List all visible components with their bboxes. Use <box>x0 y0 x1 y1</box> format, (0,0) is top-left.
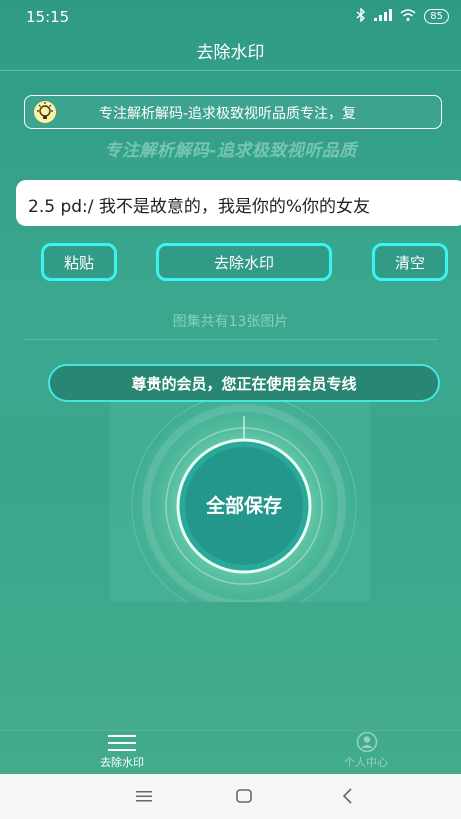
recent-apps-icon[interactable] <box>134 786 154 806</box>
save-all-button[interactable]: 全部保存 <box>176 448 312 560</box>
signal-icon <box>374 9 393 24</box>
nav-tab-profile[interactable]: 个人中心 <box>324 731 408 772</box>
battery-indicator: 85 <box>424 9 449 24</box>
notice-text: 专注解析解码-追求极致视听品质专注，复 <box>99 106 357 122</box>
link-input[interactable]: 2.5 pd:/ 我不是故意的，我是你的%你的女友 <box>28 192 461 217</box>
user-icon <box>356 731 378 756</box>
album-count-text: 图集共有13张图片 <box>172 314 289 330</box>
wifi-icon <box>400 9 416 24</box>
nav-label-profile: 个人中心 <box>344 756 388 769</box>
status-time: 15:15 <box>26 8 70 26</box>
menu-icon <box>108 734 136 756</box>
nav-tab-remove-watermark[interactable]: 去除水印 <box>80 732 164 772</box>
page-title: 去除水印 <box>196 43 265 63</box>
paste-button[interactable]: 粘贴 <box>41 243 117 281</box>
bluetooth-icon <box>356 7 366 25</box>
section-divider <box>24 339 438 340</box>
home-icon[interactable] <box>234 786 254 806</box>
clear-button[interactable]: 清空 <box>372 243 448 281</box>
slogan-text: 专注解析解码-追求极致视听品质 <box>104 141 357 161</box>
nav-label-remove-watermark: 去除水印 <box>100 756 144 769</box>
header-divider <box>0 70 461 71</box>
notice-banner[interactable]: 专注解析解码-追求极致视听品质专注，复 <box>24 95 442 129</box>
system-nav-bar <box>0 774 461 819</box>
status-icons: 85 <box>356 7 449 25</box>
member-status-banner: 尊贵的会员，您正在使用会员专线 <box>48 364 440 402</box>
lightbulb-icon <box>33 100 57 124</box>
remove-watermark-button[interactable]: 去除水印 <box>156 243 332 281</box>
back-icon[interactable] <box>338 786 358 806</box>
